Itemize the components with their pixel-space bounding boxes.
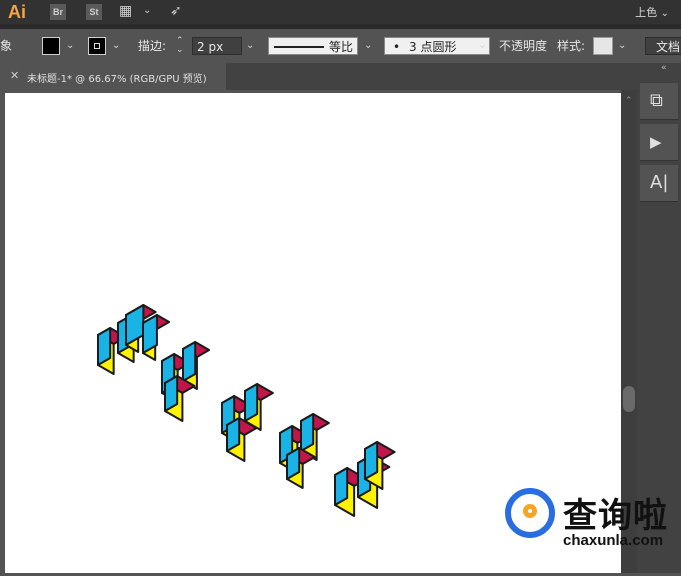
- chevron-down-icon[interactable]: ⌄: [246, 37, 254, 55]
- variable-width-profile[interactable]: 等比: [268, 37, 358, 55]
- scroll-thumb[interactable]: [623, 386, 635, 412]
- character-button[interactable]: A|: [640, 165, 678, 202]
- bridge-button[interactable]: Br: [50, 4, 66, 20]
- opacity-label[interactable]: 不透明度: [499, 37, 547, 55]
- document-tab-title: 未标题-1* @ 66.67% (RGB/GPU 预览): [27, 74, 207, 85]
- graphic-style-swatch[interactable]: [593, 37, 613, 55]
- chevron-down-icon[interactable]: ⌄: [143, 5, 151, 16]
- dot-icon: •: [393, 40, 401, 54]
- search-logo-icon: [505, 488, 555, 538]
- cube-side-face: [334, 467, 349, 506]
- export-button[interactable]: ⧉: [640, 83, 678, 120]
- watermark: 查询啦 chaxunla.com: [505, 484, 681, 550]
- export-icon: ⧉: [650, 90, 663, 111]
- cube-side-face: [182, 341, 197, 382]
- cube-side-face: [364, 441, 379, 480]
- cube-side-face: [142, 314, 158, 354]
- chevron-down-icon: ⌄: [660, 8, 669, 19]
- character-icon: A|: [650, 172, 669, 193]
- cube-side-face: [244, 383, 259, 422]
- cube-side-face: [300, 413, 315, 452]
- app-logo: Ai: [8, 2, 26, 22]
- document-setup-label: 文档: [656, 40, 681, 54]
- stroke-label[interactable]: 描边:: [138, 37, 166, 55]
- fill-swatch[interactable]: [42, 37, 60, 55]
- stock-button[interactable]: St: [86, 4, 102, 20]
- profile-label: 等比: [329, 40, 354, 54]
- cube-side-face: [97, 327, 112, 366]
- actions-button[interactable]: ▶: [640, 124, 678, 161]
- gpu-rocket-icon[interactable]: ➶: [170, 3, 182, 19]
- style-label: 样式:: [557, 39, 586, 53]
- scroll-up-icon[interactable]: ⌃: [625, 96, 633, 106]
- collapse-icon[interactable]: «: [661, 63, 667, 73]
- play-icon: ▶: [650, 133, 662, 151]
- arrange-documents-icon[interactable]: ▦: [119, 3, 132, 19]
- document-tab[interactable]: ✕ 未标题-1* @ 66.67% (RGB/GPU 预览): [0, 63, 226, 90]
- chevron-down-icon[interactable]: ⌄: [478, 37, 486, 55]
- chevron-down-icon[interactable]: ⌄: [112, 37, 120, 55]
- stroke-weight-value: 2 px: [197, 40, 224, 54]
- workspace-label: 上色: [635, 6, 658, 19]
- menu-bar: Ai Br St ▦ ⌄ ➶ 上色 ⌄: [0, 0, 681, 24]
- stroke-swatch[interactable]: [88, 37, 106, 55]
- chevron-down-icon[interactable]: ⌄: [66, 37, 74, 55]
- chevron-down-icon[interactable]: ⌄: [364, 37, 372, 55]
- document-tab-bar: ✕ 未标题-1* @ 66.67% (RGB/GPU 预览): [0, 63, 637, 90]
- document-setup-button[interactable]: 文档: [645, 37, 681, 55]
- watermark-name: 查询啦: [563, 496, 668, 536]
- workspace-switcher[interactable]: 上色 ⌄: [635, 4, 669, 20]
- brush-definition[interactable]: • 3 点圆形: [384, 37, 490, 55]
- watermark-domain: chaxunla.com: [563, 532, 664, 549]
- close-icon[interactable]: ✕: [10, 69, 19, 82]
- cube-side-face: [125, 304, 145, 346]
- stroke-weight-input[interactable]: 2 px: [192, 37, 242, 55]
- stepper-icon[interactable]: ⌃ ⌄: [176, 37, 184, 55]
- chevron-down-icon[interactable]: ⌄: [618, 37, 626, 55]
- cube-side-face: [164, 375, 179, 412]
- object-type-label: 象: [0, 39, 13, 53]
- cube-side-face: [226, 417, 241, 452]
- line-preview: [274, 46, 324, 48]
- brush-label: 3 点圆形: [409, 40, 457, 54]
- control-bar: 象 ⌄ ⌄ 描边: ⌃ ⌄ 2 px ⌄ 等比 ⌄ • 3 点圆形 ⌄ 不透明度 …: [0, 29, 681, 64]
